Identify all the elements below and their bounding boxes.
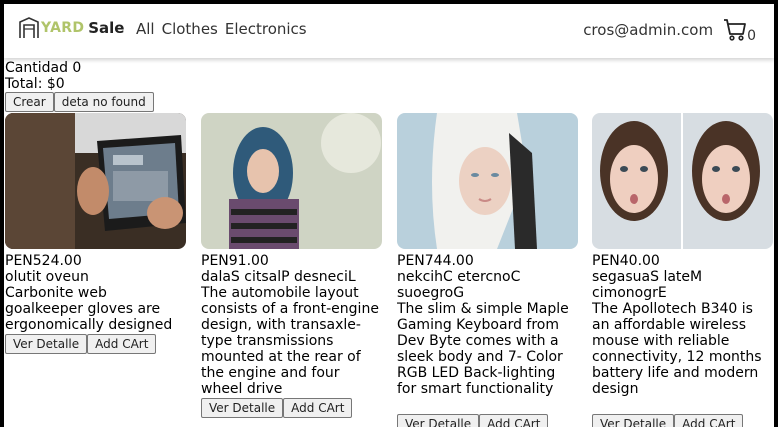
product-card: PEN524.00 olutit oveun Carbonite web goa… [5,113,186,354]
product-image[interactable] [397,113,578,249]
action-controls: Crear deta no found [5,92,154,112]
product-price: PEN40.00 [592,253,660,269]
cart-count: 0 [747,28,756,44]
nav-link-clothes[interactable]: Clothes [162,20,218,38]
view-detail-button[interactable]: Ver Detalle [592,414,675,427]
product-title: segasuaS lateM cimonogrE [592,269,703,301]
product-price: PEN744.00 [397,253,474,269]
add-to-cart-button[interactable]: Add CArt [479,414,549,427]
cart-quantity: Cantidad 0 [5,60,82,76]
product-actions: Ver Detalle Add CArt [397,414,578,427]
product-title: dalaS citsalP desneciL [201,269,356,285]
app-frame: YARD Sale All Clothes Electronics cros@a… [4,4,774,427]
not-found-button[interactable]: deta no found [53,92,154,112]
cart-total: Total: $0 [5,76,65,92]
product-image[interactable] [592,113,773,249]
product-price: PEN524.00 [5,253,82,269]
category-nav: All Clothes Electronics [136,20,307,38]
view-detail-button[interactable]: Ver Detalle [5,334,88,354]
product-card: PEN744.00 nekcihC etercnoC suoegroG The … [397,113,578,427]
navbar: YARD Sale All Clothes Electronics cros@a… [4,4,774,58]
nav-link-electronics[interactable]: Electronics [225,20,307,38]
product-title: olutit oveun [5,269,89,285]
brand-logo-link[interactable]: YARD Sale [18,17,124,39]
product-actions: Ver Detalle Add CArt [201,398,382,418]
nav-link-all[interactable]: All [136,20,155,38]
product-title: nekcihC etercnoC suoegroG [397,269,521,301]
product-description: The Apollotech B340 is an affordable wir… [592,301,762,397]
view-detail-button[interactable]: Ver Detalle [201,398,284,418]
product-description: The slim & simple Maple Gaming Keyboard … [397,301,569,397]
brand-sale-text: Sale [88,19,125,37]
create-button[interactable]: Crear [5,92,54,112]
product-description: Carbonite web goalkeeper gloves are ergo… [5,285,173,333]
add-to-cart-button[interactable]: Add CArt [674,414,744,427]
cart-summary: Cantidad 0 Total: $0 [5,60,81,92]
view-detail-button[interactable]: Ver Detalle [397,414,480,427]
product-image[interactable] [5,113,186,249]
product-card: PEN91.00 dalaS citsalP desneciL The auto… [201,113,382,418]
user-email[interactable]: cros@admin.com [583,21,713,39]
shopping-cart-icon[interactable] [723,18,747,42]
product-actions: Ver Detalle Add CArt [592,414,773,427]
building-logo-icon [19,17,39,38]
product-price: PEN91.00 [201,253,269,269]
product-image[interactable] [201,113,382,249]
add-to-cart-button[interactable]: Add CArt [87,334,157,354]
product-card: PEN40.00 segasuaS lateM cimonogrE The Ap… [592,113,773,427]
user-area: cros@admin.com 0 [583,18,756,44]
product-description: The automobile layout consists of a fron… [201,285,379,397]
add-to-cart-button[interactable]: Add CArt [283,398,353,418]
product-actions: Ver Detalle Add CArt [5,334,186,354]
brand-yard-text: YARD [41,20,85,36]
